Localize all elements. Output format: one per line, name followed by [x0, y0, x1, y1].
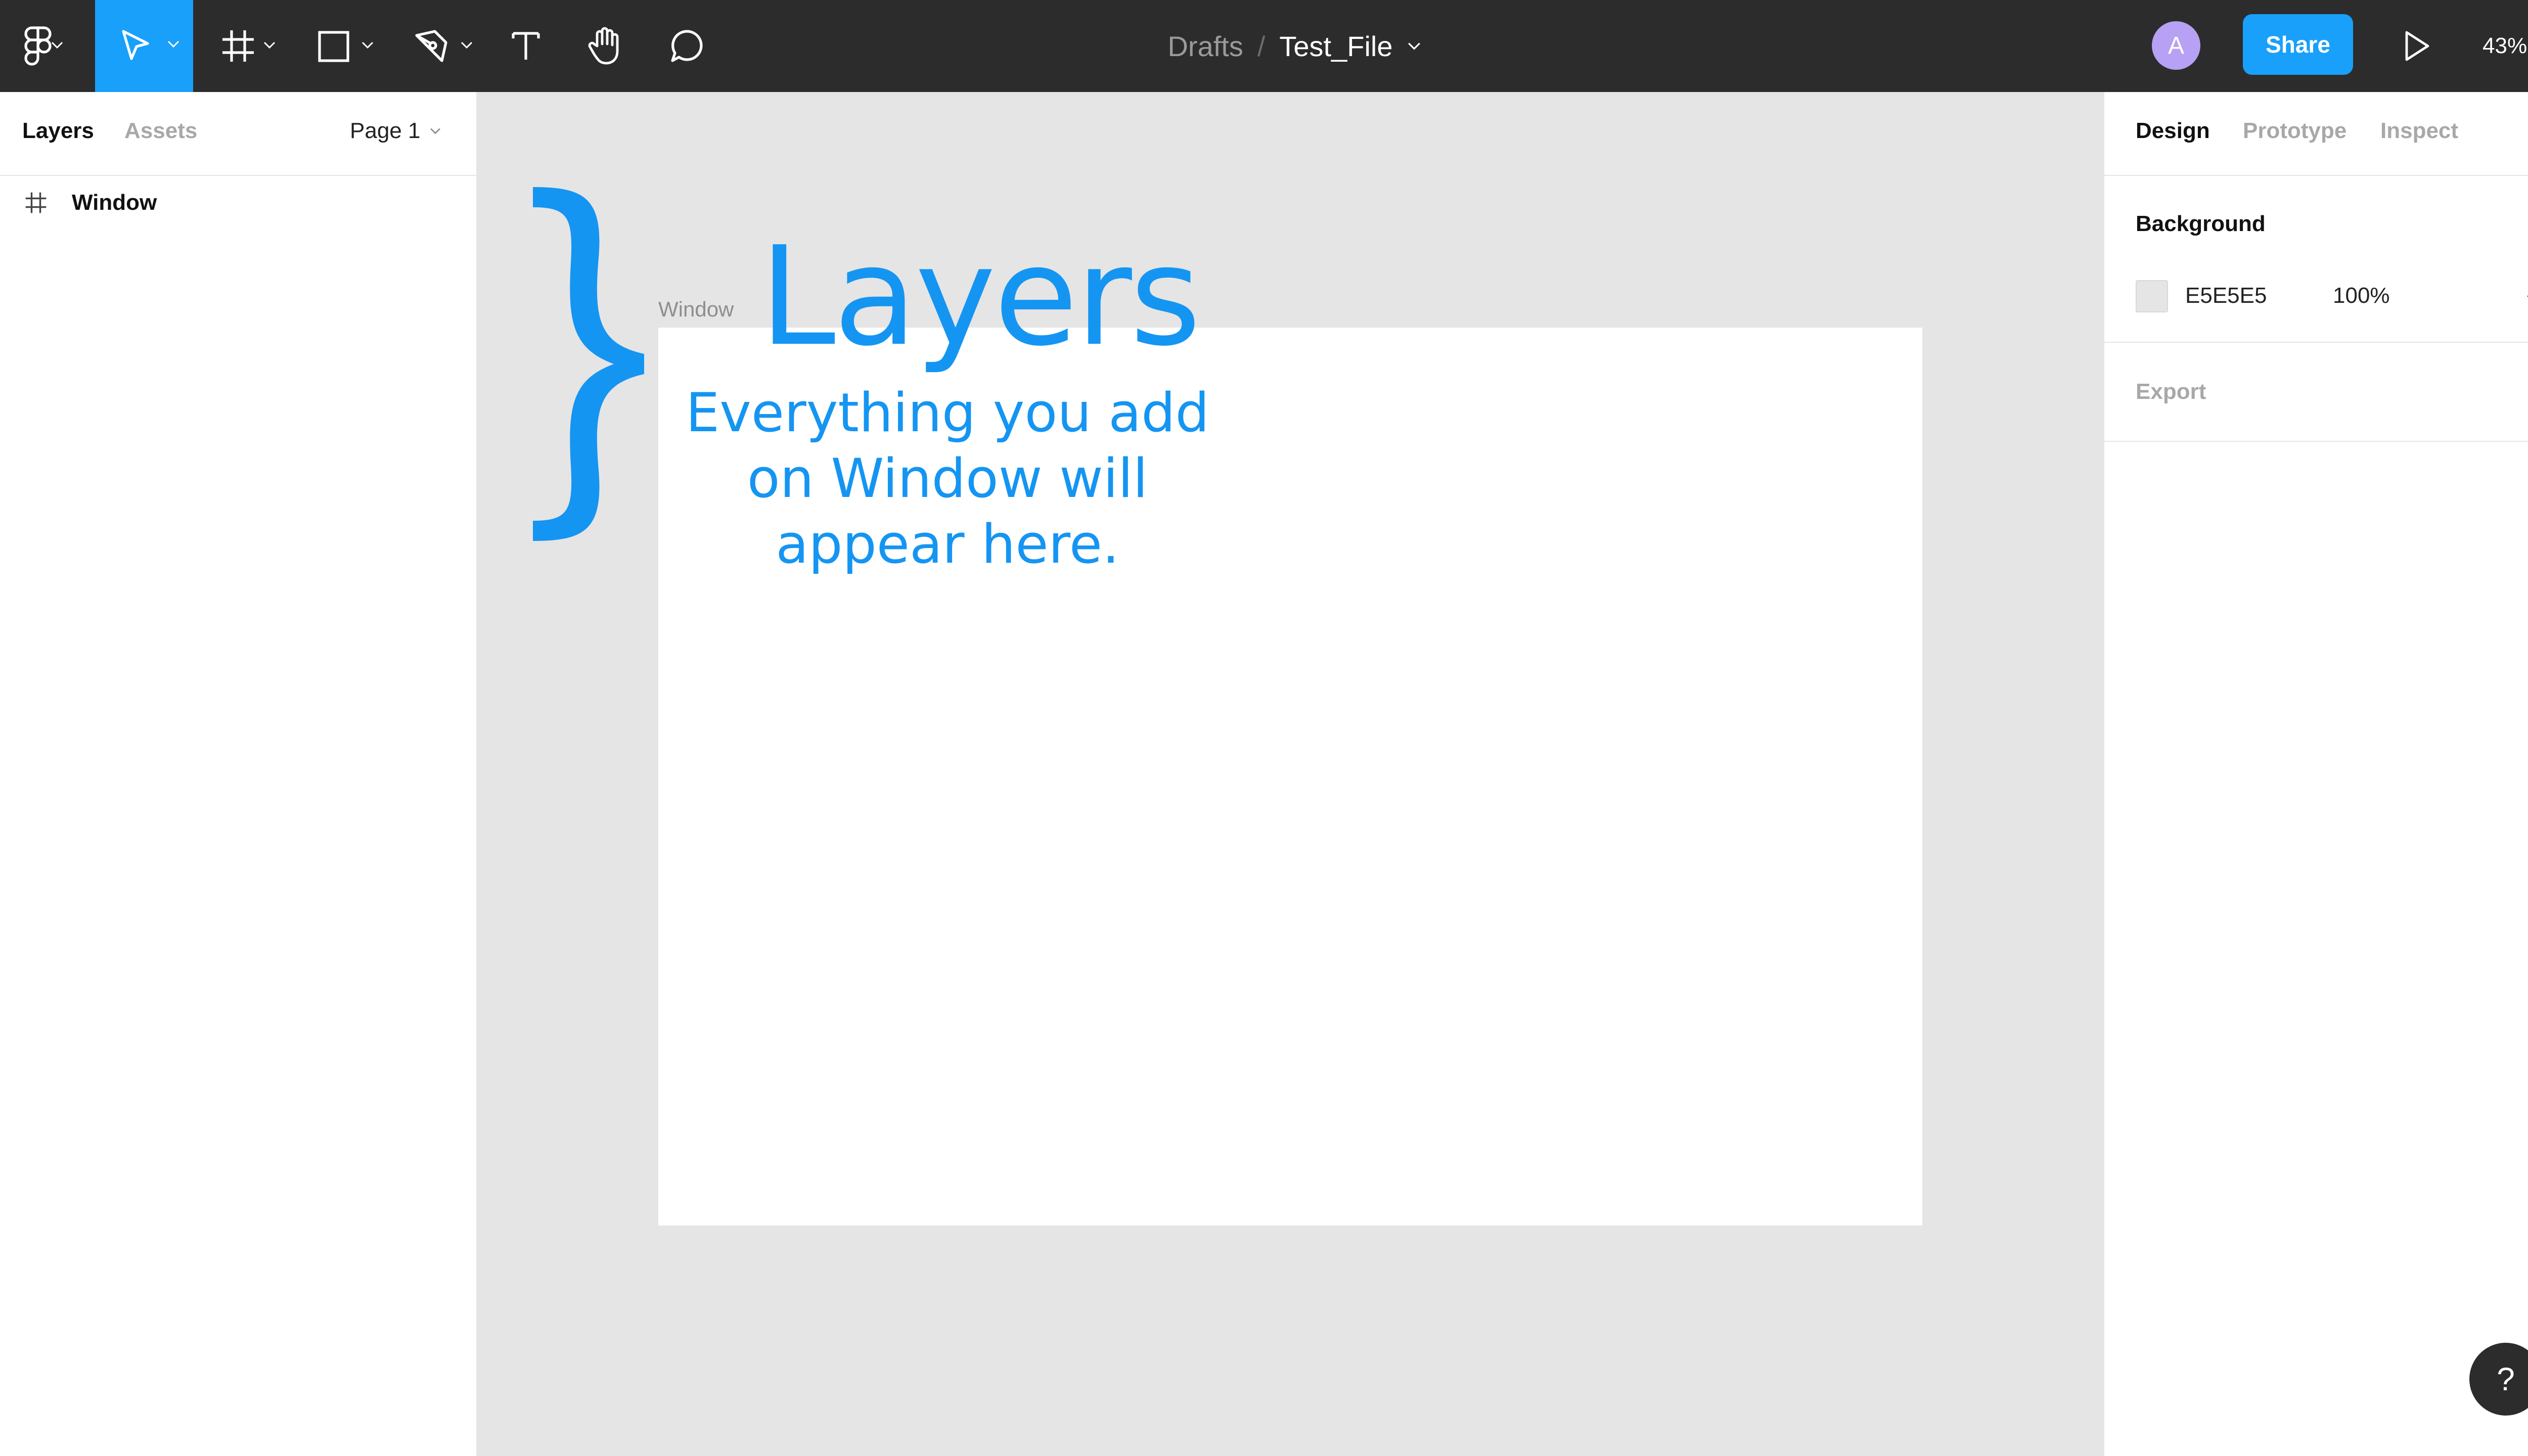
breadcrumb-drafts-link[interactable]: Drafts: [1167, 30, 1243, 63]
annotation-title: Layers: [759, 217, 1201, 376]
background-hex-input[interactable]: E5E5E5: [2185, 283, 2267, 308]
chevron-down-icon: [461, 41, 473, 49]
shape-tool-button[interactable]: [310, 0, 386, 92]
background-opacity-input[interactable]: 100%: [2333, 283, 2390, 308]
present-play-icon[interactable]: [2397, 27, 2434, 65]
move-tool-button[interactable]: [95, 0, 193, 92]
right-sidebar: Design Prototype Inspect Background E5E5…: [2103, 92, 2528, 1456]
page-selector[interactable]: Page 1: [350, 118, 441, 144]
file-breadcrumb: Drafts / Test_File: [1112, 0, 1476, 92]
breadcrumb-separator: /: [1257, 30, 1266, 62]
tab-prototype[interactable]: Prototype: [2243, 118, 2346, 144]
cursor-arrow-icon: [122, 30, 149, 60]
page-name: Page 1: [350, 118, 421, 143]
chevron-down-icon: [430, 128, 441, 134]
chevron-down-icon: [167, 40, 179, 48]
background-color-swatch[interactable]: [2136, 280, 2168, 312]
tab-design[interactable]: Design: [2136, 118, 2210, 144]
rectangle-icon: [318, 31, 349, 62]
pen-nib-icon: [415, 30, 447, 62]
background-title: Background: [2136, 211, 2266, 236]
left-sidebar: Layers Assets Page 1 Window: [0, 92, 477, 1456]
pen-tool-button[interactable]: [410, 0, 485, 92]
curly-brace-annotation: [533, 187, 644, 541]
comment-tool-button[interactable]: [665, 0, 709, 92]
chevron-down-icon[interactable]: [1407, 41, 1421, 51]
figma-app: Drafts / Test_File A Share 43% Layers As…: [0, 0, 2528, 1456]
top-toolbar: Drafts / Test_File A Share 43%: [0, 0, 2528, 92]
tab-layers[interactable]: Layers: [22, 118, 94, 144]
chevron-down-icon: [51, 41, 63, 49]
chevron-down-icon: [263, 41, 276, 49]
comment-bubble-icon: [671, 30, 703, 62]
layer-row-window[interactable]: Window: [0, 176, 476, 230]
figma-logo-icon: [24, 26, 52, 66]
text-t-icon: [512, 32, 540, 60]
frame-hash-icon: [222, 30, 254, 62]
right-tab-bar: Design Prototype Inspect: [2104, 92, 2528, 176]
frame-label[interactable]: Window: [658, 297, 734, 322]
design-canvas[interactable]: Window Layers Everything you add on Wind…: [477, 92, 2103, 1456]
zoom-level: 43%: [2482, 33, 2527, 58]
layer-name: Window: [72, 190, 157, 215]
export-section: Export: [2104, 343, 2528, 442]
chevron-down-icon: [362, 41, 374, 49]
file-name-menu[interactable]: Test_File: [1279, 30, 1392, 63]
left-tab-bar: Layers Assets Page 1: [0, 92, 476, 176]
tab-assets[interactable]: Assets: [124, 118, 197, 144]
share-button[interactable]: Share: [2243, 14, 2353, 75]
tab-inspect[interactable]: Inspect: [2380, 118, 2458, 144]
zoom-menu[interactable]: 43%: [2482, 0, 2528, 92]
hand-tool-button[interactable]: [584, 0, 628, 92]
background-section: Background E5E5E5 100%: [2104, 176, 2528, 343]
frame-tool-button[interactable]: [212, 0, 288, 92]
annotation-text: Everything you add on Window will appear…: [686, 382, 1209, 575]
text-tool-button[interactable]: [506, 0, 546, 92]
hand-icon: [588, 27, 619, 65]
main-menu-button[interactable]: [0, 0, 76, 92]
user-avatar[interactable]: A: [2152, 21, 2200, 70]
frame-hash-icon: [25, 192, 47, 213]
export-title: Export: [2136, 379, 2206, 404]
